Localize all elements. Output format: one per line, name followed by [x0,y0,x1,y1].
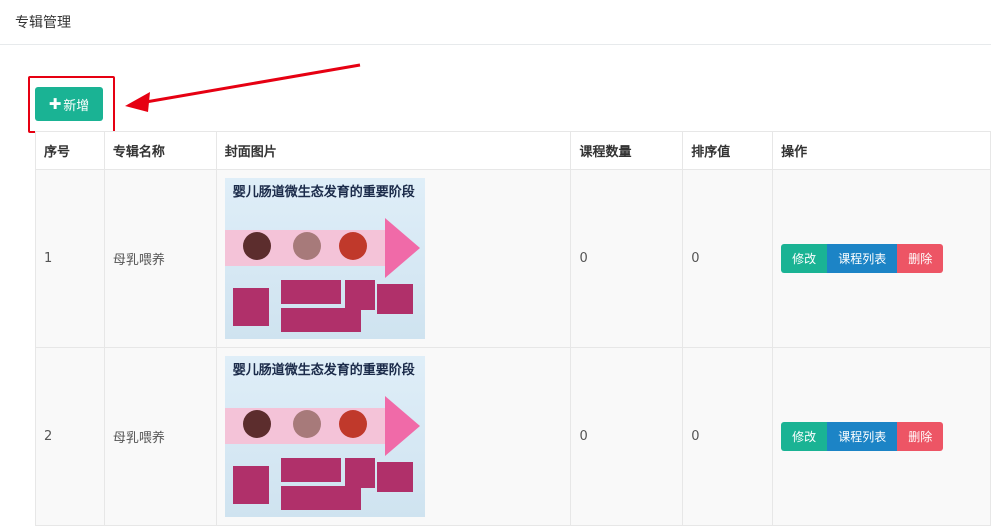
cell-sort-value: 0 [682,347,774,526]
table-header-row: 序号 专辑名称 封面图片 课程数量 排序值 操作 [35,131,991,170]
col-header-course-count: 课程数量 [570,131,684,170]
edit-button[interactable]: 修改 [781,244,828,273]
col-header-cover: 封面图片 [215,131,572,170]
cell-index: 1 [35,169,105,348]
col-header-actions: 操作 [772,131,991,170]
edit-button[interactable]: 修改 [781,422,828,451]
table-row: 2 母乳喂养 婴儿肠道微生态发育的重要阶段 0 0 修改 课程列表 删除 [35,347,991,526]
delete-button[interactable]: 删除 [897,244,944,273]
cell-sort-value: 0 [682,169,774,348]
table-row: 1 母乳喂养 婴儿肠道微生态发育的重要阶段 0 0 修改 课程列表 删除 [35,169,991,348]
delete-button[interactable]: 删除 [897,422,944,451]
page-header: 专辑管理 [0,0,991,45]
cell-index: 2 [35,347,105,526]
add-button-highlight-box: ✚ 新增 [28,76,115,133]
action-button-group: 修改 课程列表 删除 [781,422,944,451]
cell-course-count: 0 [570,347,684,526]
cell-course-count: 0 [570,169,684,348]
cover-illustration [224,396,420,510]
cover-image: 婴儿肠道微生态发育的重要阶段 [224,178,425,339]
col-header-index: 序号 [35,131,105,170]
cell-cover: 婴儿肠道微生态发育的重要阶段 [215,169,572,348]
cell-actions: 修改 课程列表 删除 [772,169,991,348]
course-list-button[interactable]: 课程列表 [827,244,898,273]
cover-illustration [224,218,420,332]
col-header-sort-value: 排序值 [682,131,774,170]
add-button-label: 新增 [63,98,90,114]
plus-icon: ✚ [48,95,62,113]
album-table: 序号 专辑名称 封面图片 课程数量 排序值 操作 1 母乳喂养 婴儿肠道微生态发… [35,131,991,526]
cell-name: 母乳喂养 [103,169,217,348]
col-header-name: 专辑名称 [103,131,217,170]
cell-name: 母乳喂养 [103,347,217,526]
action-button-group: 修改 课程列表 删除 [781,244,944,273]
cell-cover: 婴儿肠道微生态发育的重要阶段 [215,347,572,526]
course-list-button[interactable]: 课程列表 [827,422,898,451]
cell-actions: 修改 课程列表 删除 [772,347,991,526]
add-button[interactable]: ✚ 新增 [35,87,103,121]
page-title: 专辑管理 [15,15,71,31]
cover-image: 婴儿肠道微生态发育的重要阶段 [224,356,425,517]
